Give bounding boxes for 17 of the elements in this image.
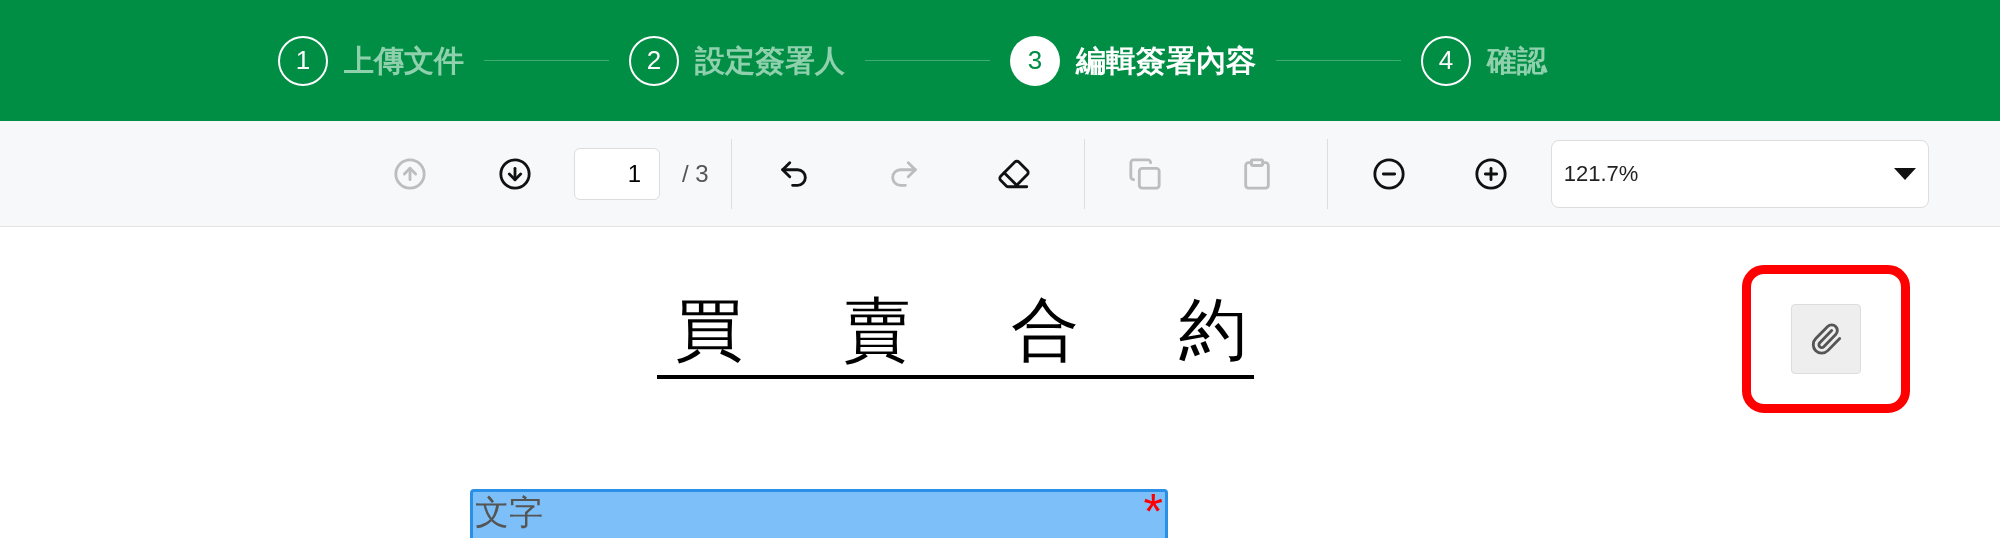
step-number: 1 xyxy=(278,35,328,86)
step-label: 設定簽署人 xyxy=(695,43,845,79)
paperclip-icon xyxy=(1809,322,1843,356)
step-number: 3 xyxy=(1010,35,1060,86)
step-label: 確認 xyxy=(1487,43,1547,79)
step-number: 4 xyxy=(1421,35,1471,86)
dropdown-caret-icon xyxy=(1893,167,1916,180)
step-label: 上傳文件 xyxy=(344,43,464,79)
text-field[interactable]: 文字 * xyxy=(470,489,1168,538)
required-mark: * xyxy=(1143,492,1163,532)
attachment-button[interactable] xyxy=(1791,304,1861,374)
page-total: / 3 xyxy=(682,158,709,189)
step-number: 2 xyxy=(629,35,679,86)
page-input[interactable]: 1 xyxy=(574,147,660,200)
document-title: 買賣合約 xyxy=(657,285,1254,379)
zoom-select[interactable]: 121.7% xyxy=(1550,139,1929,208)
step-label: 編輯簽署內容 xyxy=(1076,43,1256,79)
